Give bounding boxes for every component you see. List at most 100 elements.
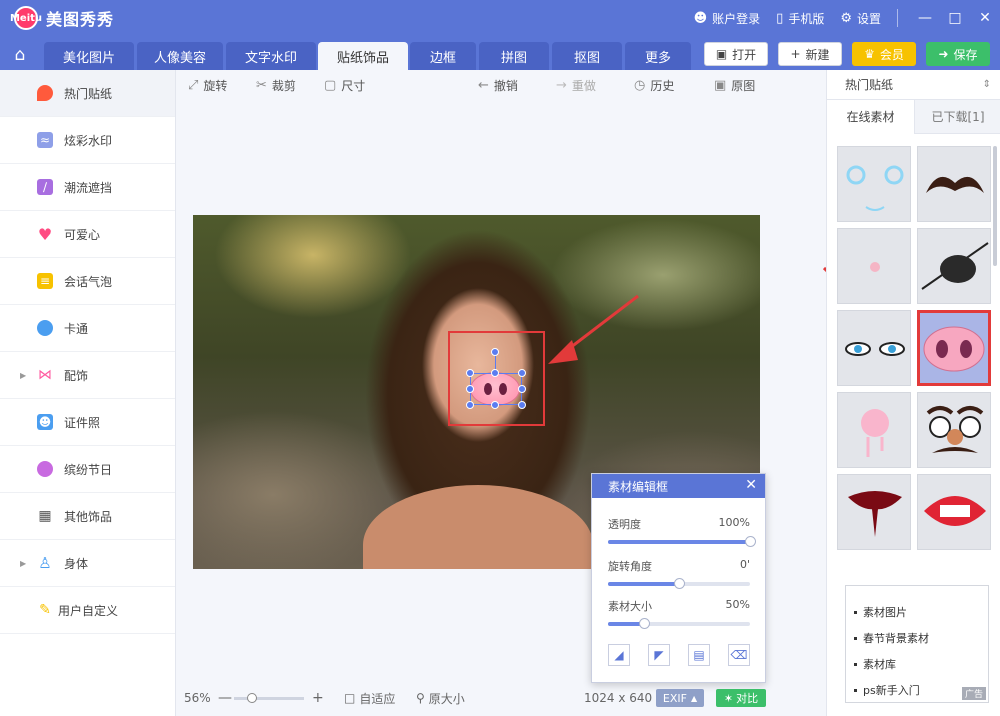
close-icon[interactable]: ✕ [745,477,757,493]
size-slider[interactable] [608,618,750,629]
home-tab[interactable]: ⌂ [0,40,40,70]
login-link[interactable]: ☻ 账户登录 [694,10,761,27]
sidebar-item-label: 热门贴纸 [64,86,113,101]
eyepatch-icon [921,242,989,290]
original-button[interactable]: ▣ 原图 [714,77,755,94]
edit-toolbar: ⤢ 旋转 ✂ 裁剪 ▢ 尺寸 ← 撤销 → 重做 ◷ 历史 ▣ 原图 [176,70,826,100]
resize-handle[interactable] [466,385,474,393]
tab-cutout[interactable]: 抠图 [552,42,622,70]
history-button[interactable]: ◷ 历史 [634,77,674,94]
ad-link[interactable]: 春节背景素材 [854,630,929,646]
sticker-pig-nose[interactable] [917,310,991,386]
sidebar-item-hot-stickers[interactable]: 热门贴纸 [0,70,175,117]
resize-button[interactable]: ▢ 尺寸 [324,77,365,94]
sidebar-item-color-watermark[interactable]: ≈ 炫彩水印 [0,117,175,164]
sidebar-item-cartoon[interactable]: 卡通 [0,305,175,352]
sticker-eyes[interactable] [837,310,911,386]
sidebar-item-speech-bubble[interactable]: ≡ 会话气泡 [0,258,175,305]
resize-handle[interactable] [466,369,474,377]
resize-handle[interactable] [466,401,474,409]
ad-link[interactable]: 素材库 [854,656,896,672]
undo-label: 撤销 [493,78,518,93]
sidebar-item-label: 会话气泡 [64,274,113,289]
vip-button[interactable]: ♛ 会员 [852,42,916,66]
compare-icon: ✶ [723,691,734,705]
edit-panel-title: 素材编辑框 [608,479,669,494]
rotation-handle[interactable] [491,348,499,356]
tab-portrait[interactable]: 人像美容 [137,42,223,70]
resize-handle[interactable] [491,401,499,409]
user-icon: ☻ [693,10,708,26]
sidebar-item-other[interactable]: ▦ 其他饰品 [0,493,175,540]
sticker-mustache[interactable] [917,146,991,222]
sidebar-item-hearts[interactable]: ♥ 可爱心 [0,211,175,258]
tab-stickers[interactable]: 贴纸饰品 [318,42,408,70]
flip-vertical-button[interactable]: ◤ [648,644,670,666]
zoom-out-button[interactable]: — [218,690,232,706]
tab-beautify[interactable]: 美化图片 [44,42,134,70]
bubblegum-icon [861,409,889,457]
slider-knob[interactable] [745,536,756,547]
undo-button[interactable]: ← 撤销 [478,77,518,94]
category-dropdown[interactable]: 热门贴纸 ⇕ [827,70,1000,100]
sticker-blush[interactable] [837,228,911,304]
slider-fill [608,582,679,586]
expand-arrow-icon[interactable]: ▶ [20,371,26,380]
open-button[interactable]: ▣ 打开 [704,42,768,66]
ad-link[interactable]: ps新手入门 [854,682,920,698]
tab-online-materials[interactable]: 在线素材 [827,100,914,134]
zoom-slider[interactable] [234,693,304,703]
sidebar-item-body[interactable]: ▶ ♙ 身体 [0,540,175,587]
resize-handle[interactable] [491,369,499,377]
sidebar-item-accessories[interactable]: ▶ ⋈ 配饰 [0,352,175,399]
sidebar-item-festival[interactable]: 缤纷节日 [0,446,175,493]
sticker-bubblegum[interactable] [837,392,911,468]
exif-button[interactable]: EXIF ▲ [656,689,704,707]
delete-button[interactable]: ⌫ [728,644,750,666]
fit-button[interactable]: □ 自适应 [344,690,395,707]
sidebar-item-custom[interactable]: ✎ 用户自定义 [0,587,175,634]
sidebar-item-trend-mask[interactable]: ∕ 潮流遮挡 [0,164,175,211]
resize-handle[interactable] [518,385,526,393]
sidebar-item-id-photo[interactable]: ☻ 证件照 [0,399,175,446]
tab-downloaded[interactable]: 已下载[1] [914,100,1000,134]
tab-text[interactable]: 文字水印 [226,42,316,70]
rotation-slider[interactable] [608,578,750,589]
sticker-vampire-lips[interactable] [837,474,911,550]
tab-more[interactable]: 更多 [625,42,691,70]
resize-handle[interactable] [518,401,526,409]
flip-horizontal-button[interactable]: ◢ [608,644,630,666]
settings-link[interactable]: ⚙ 设置 [840,10,881,27]
tab-collage[interactable]: 拼图 [479,42,549,70]
rotate-button[interactable]: ⤢ 旋转 [188,77,227,94]
actual-size-button[interactable]: ⚲ 原大小 [416,690,465,707]
zoom-slider-knob[interactable] [246,693,257,703]
redo-button[interactable]: → 重做 [556,77,596,94]
zoom-in-button[interactable]: + [312,690,324,706]
ad-link[interactable]: 素材图片 [854,604,907,620]
maximize-button[interactable]: □ [940,10,970,26]
sticker-category-sidebar: 热门贴纸 ≈ 炫彩水印 ∕ 潮流遮挡 ♥ 可爱心 ≡ 会话气泡 卡通 ▶ ⋈ 配… [0,70,176,716]
sticker-scrollbar[interactable] [993,146,997,266]
sticker-teeth-lips[interactable] [917,474,991,550]
minimize-button[interactable]: — [910,10,940,26]
copy-layer-button[interactable]: ▤ [688,644,710,666]
slider-knob[interactable] [638,618,650,629]
expand-arrow-icon[interactable]: ▶ [20,559,26,568]
new-button[interactable]: + 新建 [778,42,842,66]
crop-button[interactable]: ✂ 裁剪 [256,77,296,94]
app-title: 美图秀秀 [46,10,115,29]
history-label: 历史 [650,78,675,93]
sticker-swirl-eyes[interactable] [837,146,911,222]
close-button[interactable]: ✕ [970,10,1000,26]
sticker-funny-glasses[interactable] [917,392,991,468]
opacity-slider[interactable] [608,536,756,547]
save-button[interactable]: ➜ 保存 [926,42,990,66]
resize-handle[interactable] [518,369,526,377]
sticker-eyepatch[interactable] [917,228,991,304]
slider-knob[interactable] [674,578,685,589]
mobile-link[interactable]: ▯ 手机版 [776,10,824,27]
person-icon: ♙ [38,554,52,572]
compare-button[interactable]: ✶ 对比 [716,689,766,707]
tab-frames[interactable]: 边框 [410,42,476,70]
